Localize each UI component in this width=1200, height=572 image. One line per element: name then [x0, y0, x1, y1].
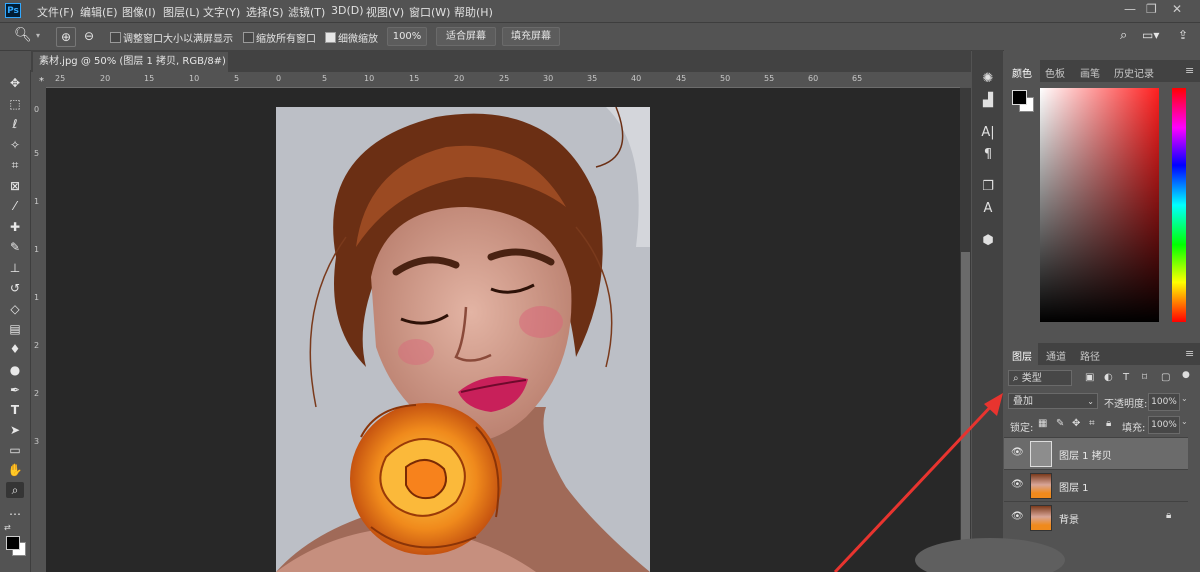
watermark-shape [915, 538, 1065, 572]
annotation-overlay [833, 393, 1065, 572]
foreground-color-swatch[interactable] [6, 536, 20, 550]
fg-color-chip[interactable] [1012, 90, 1027, 105]
